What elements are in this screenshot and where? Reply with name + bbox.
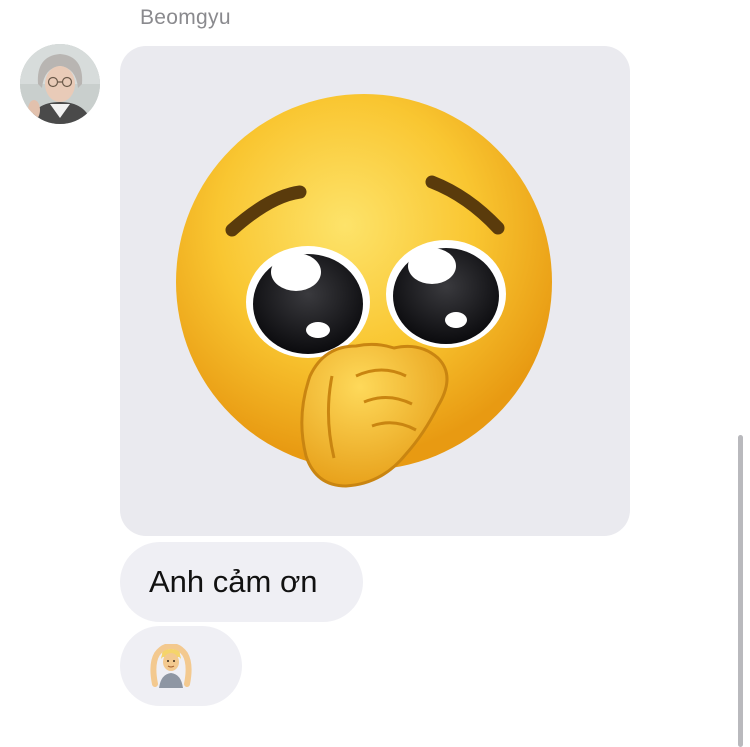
pleading-face-hand-over-mouth-icon (176, 94, 552, 488)
avatar[interactable] (20, 44, 100, 124)
image-message-bubble[interactable] (120, 46, 630, 536)
scrollbar[interactable] (738, 435, 743, 747)
text-message-bubble[interactable]: Anh cảm ơn (120, 542, 363, 622)
message-text: Anh cảm ơn (149, 564, 318, 599)
sender-name: Beomgyu (140, 6, 231, 29)
person-gesturing-ok-icon (150, 644, 192, 688)
emoji-message-bubble[interactable] (120, 626, 242, 706)
user-avatar-photo-icon (20, 44, 100, 124)
